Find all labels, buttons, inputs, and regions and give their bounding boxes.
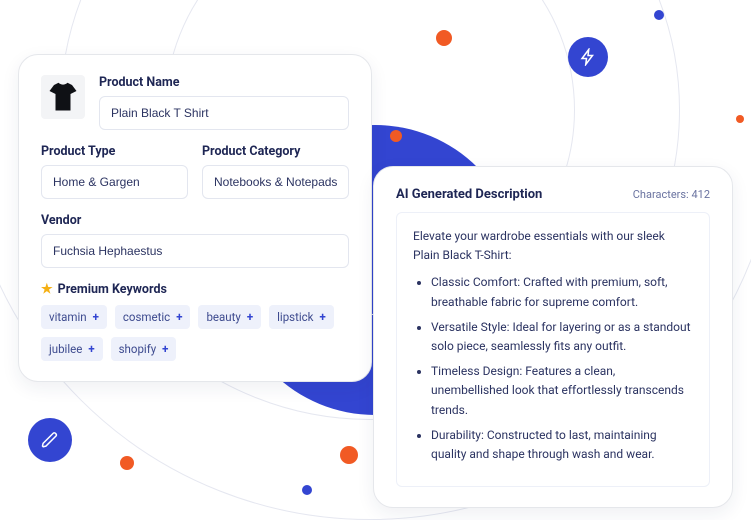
product-name-input[interactable] [99, 96, 349, 130]
star-icon: ★ [41, 282, 53, 297]
dot-icon [436, 30, 452, 46]
vendor-label: Vendor [41, 213, 349, 228]
keyword-text: jubilee [49, 342, 82, 356]
plus-icon[interactable]: + [88, 342, 94, 356]
product-type-label: Product Type [41, 144, 188, 159]
product-form-card: Product Name Product Type Product Catego… [18, 54, 372, 382]
character-count: Characters: 412 [633, 188, 710, 201]
keyword-text: shopify [119, 342, 157, 356]
premium-keywords-label: ★ Premium Keywords [41, 282, 349, 297]
product-category-input[interactable] [202, 165, 349, 199]
dot-icon [340, 446, 358, 464]
keyword-text: vitamin [49, 310, 87, 324]
description-card: AI Generated Description Characters: 412… [373, 166, 733, 508]
description-title: AI Generated Description [396, 187, 542, 202]
plus-icon[interactable]: + [320, 310, 326, 324]
description-bullet: Durability: Constructed to last, maintai… [431, 426, 693, 464]
description-intro: Elevate your wardrobe essentials with ou… [413, 227, 693, 265]
dot-icon [736, 115, 744, 123]
plus-icon[interactable]: + [162, 342, 168, 356]
description-bullet: Classic Comfort: Crafted with premium, s… [431, 273, 693, 311]
keyword-text: lipstick [277, 310, 313, 324]
keyword-tag[interactable]: jubilee + [41, 337, 103, 361]
tshirt-icon [48, 80, 78, 114]
description-bullets: Classic Comfort: Crafted with premium, s… [413, 273, 693, 464]
product-category-label: Product Category [202, 144, 349, 159]
product-type-input[interactable] [41, 165, 188, 199]
keyword-tag[interactable]: cosmetic + [115, 305, 191, 329]
plus-icon[interactable]: + [247, 310, 253, 324]
vendor-input[interactable] [41, 234, 349, 268]
keyword-tag[interactable]: vitamin + [41, 305, 107, 329]
dot-icon [390, 130, 402, 142]
plus-icon[interactable]: + [93, 310, 99, 324]
lightning-icon [568, 37, 608, 77]
keyword-tag[interactable]: shopify + [111, 337, 177, 361]
keywords-row: vitamin+cosmetic+beauty+lipstick+jubilee… [41, 305, 349, 361]
product-name-label: Product Name [99, 75, 349, 90]
plus-icon[interactable]: + [176, 310, 182, 324]
keyword-tag[interactable]: beauty + [198, 305, 261, 329]
description-bullet: Versatile Style: Ideal for layering or a… [431, 318, 693, 356]
description-body: Elevate your wardrobe essentials with ou… [396, 212, 710, 487]
keyword-tag[interactable]: lipstick + [269, 305, 334, 329]
pencil-icon [28, 418, 72, 462]
keywords-label-text: Premium Keywords [58, 282, 167, 297]
keyword-text: beauty [206, 310, 240, 324]
dot-icon [302, 485, 312, 495]
dot-icon [120, 456, 134, 470]
product-thumbnail [41, 75, 85, 119]
description-bullet: Timeless Design: Features a clean, unemb… [431, 362, 693, 420]
dot-icon [654, 10, 664, 20]
keyword-text: cosmetic [123, 310, 170, 324]
